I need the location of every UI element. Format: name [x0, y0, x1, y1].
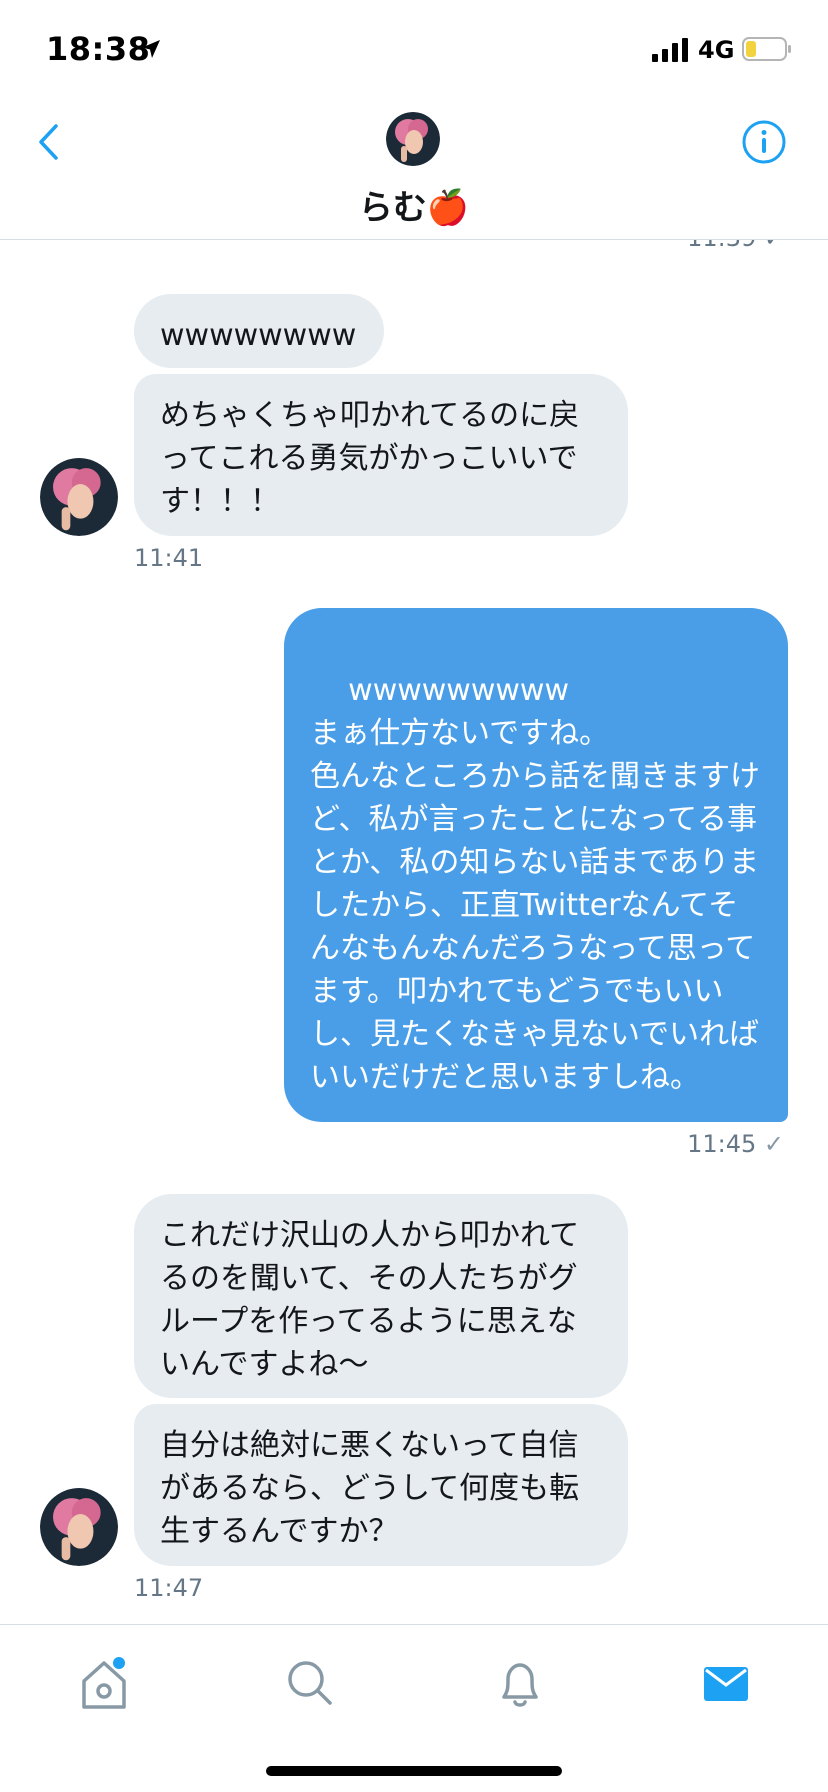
tab-messages[interactable] [696, 1653, 756, 1713]
info-icon [742, 120, 786, 164]
tab-notifications[interactable] [490, 1653, 550, 1713]
tab-home[interactable] [74, 1653, 134, 1713]
message-text: これだけ沢山の人から叩かれてるのを聞いて、その人たちがグループを作ってるように思… [160, 1218, 580, 1382]
bell-icon [502, 1663, 538, 1707]
message-text: wwwwwwwww まぁ仕方ないですね。 色んなところから話を聞きますけど、私が… [310, 673, 760, 1095]
profile-avatar-icon [40, 1488, 118, 1566]
info-button[interactable] [740, 118, 788, 166]
received-message-bubble[interactable]: 自分は絶対に悪くないって自信があるなら、どうして何度も転生するんですか？ [134, 1404, 628, 1566]
profile-avatar-icon [386, 112, 440, 166]
received-message-bubble[interactable]: めちゃくちゃ叩かれてるのに戻ってこれる勇気がかっこいいです！！！ [134, 374, 628, 536]
battery-icon [742, 37, 791, 61]
tab-search[interactable] [280, 1653, 340, 1713]
back-button[interactable] [28, 118, 68, 166]
network-type: 4G [698, 36, 735, 64]
received-message-bubble[interactable]: wwwwwwww [134, 294, 384, 368]
status-bar: 18:38 4G [0, 0, 828, 100]
search-icon [288, 1661, 332, 1705]
mail-icon [704, 1667, 748, 1701]
message-timestamp: 11:41 [134, 544, 204, 572]
read-check-icon: ✓ [763, 1130, 784, 1158]
chevron-left-icon [39, 124, 58, 160]
message-text: めちゃくちゃ叩かれてるのに戻ってこれる勇気がかっこいいです！！！ [160, 398, 580, 519]
conversation-header: らむ🍎 [0, 100, 828, 240]
location-arrow-icon [142, 40, 160, 58]
sender-avatar[interactable] [40, 1488, 118, 1566]
message-text: wwwwwwww [160, 318, 357, 353]
contact-name[interactable]: らむ🍎 [0, 180, 828, 229]
profile-avatar-icon [40, 458, 118, 536]
message-timestamp: 11:45 [687, 1130, 757, 1158]
message-list[interactable]: 11:39 ✓ wwwwwwww めちゃくちゃ叩かれてるのに戻ってこれる勇気がか… [0, 240, 828, 1624]
message-text: 自分は絶対に悪くないって自信があるなら、どうして何度も転生するんですか？ [160, 1428, 580, 1549]
message-timestamp: 11:47 [134, 1574, 204, 1602]
previous-message-time: 11:39 ✓ [687, 240, 784, 252]
sent-message-meta: 11:45 ✓ [687, 1130, 784, 1158]
header-avatar[interactable] [386, 112, 440, 166]
home-indicator[interactable] [266, 1766, 562, 1776]
sender-avatar[interactable] [40, 458, 118, 536]
home-icon [82, 1657, 126, 1709]
received-message-bubble[interactable]: これだけ沢山の人から叩かれてるのを聞いて、その人たちがグループを作ってるように思… [134, 1194, 628, 1398]
status-time: 18:38 [46, 30, 151, 68]
signal-icon [652, 38, 688, 62]
sent-message-bubble[interactable]: wwwwwwwww まぁ仕方ないですね。 色んなところから話を聞きますけど、私が… [284, 608, 788, 1122]
